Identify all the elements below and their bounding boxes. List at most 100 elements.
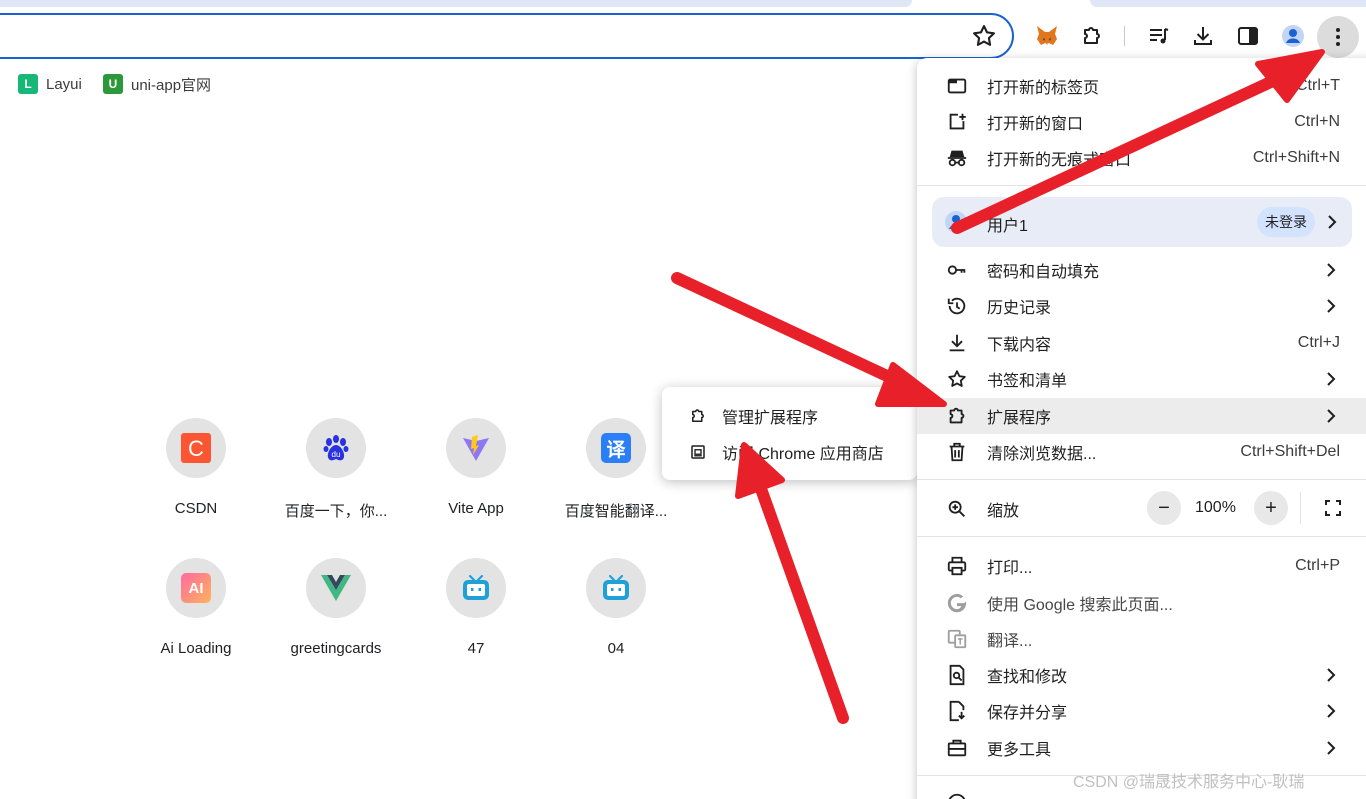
toolbar-divider: [1124, 26, 1125, 46]
shortcut-tile[interactable]: greetingcards: [276, 558, 396, 657]
menu-item-find-edit[interactable]: 查找和修改: [917, 657, 1366, 693]
extensions-submenu: 管理扩展程序 访问 Chrome 应用商店: [662, 387, 917, 480]
shortcut-tile[interactable]: Vite App: [416, 418, 536, 517]
tab-other[interactable]: [1090, 0, 1366, 7]
profile-avatar-icon: [945, 211, 967, 233]
chevron-right-icon: [1328, 215, 1337, 229]
profile-avatar-icon[interactable]: [1277, 20, 1309, 52]
zoom-level: 100%: [1195, 499, 1236, 516]
new-window-icon: [949, 113, 966, 130]
translate-icon: [947, 629, 967, 649]
bookmark-layui[interactable]: L Layui: [18, 72, 82, 96]
bilibili-icon: [586, 558, 646, 618]
red-arrow-to-manage-extensions: [735, 442, 849, 724]
reading-list-icon[interactable]: [1143, 20, 1175, 52]
menu-item-print[interactable]: 打印... Ctrl+P: [917, 548, 1366, 584]
history-icon: [947, 297, 966, 315]
find-page-icon: [949, 664, 965, 686]
menu-divider: [917, 536, 1366, 537]
bookmark-uniapp[interactable]: U uni-app官网: [103, 72, 211, 96]
svg-text:du: du: [332, 450, 341, 459]
fullscreen-icon: [1325, 500, 1341, 516]
layui-icon: L: [18, 74, 38, 94]
chrome-web-store-item[interactable]: 访问 Chrome 应用商店: [662, 434, 917, 470]
chrome-menu-button[interactable]: [1317, 16, 1359, 58]
zoom-divider: [1300, 492, 1301, 524]
tab-active[interactable]: [0, 0, 912, 7]
menu-item-google-search[interactable]: 使用 Google 搜索此页面...: [917, 585, 1366, 621]
toolbox-icon: [947, 739, 967, 757]
shortcut-label: Vite App: [448, 500, 504, 517]
address-bar[interactable]: [0, 13, 1014, 59]
menu-divider: [917, 479, 1366, 480]
tab-strip: [0, 0, 1366, 8]
signin-status-badge: 未登录: [1257, 207, 1315, 237]
vue-icon: [306, 558, 366, 618]
menu-divider: [917, 185, 1366, 186]
google-g-icon: [947, 593, 967, 613]
bookmark-star-icon[interactable]: [970, 22, 998, 50]
profile-name: 用户1: [987, 218, 1028, 235]
menu-item-bookmarks[interactable]: 书签和清单: [917, 361, 1366, 397]
chevron-right-icon: [1327, 741, 1336, 755]
shortcut-label: Ai Loading: [160, 640, 232, 657]
chevron-right-icon: [1327, 409, 1336, 423]
bookmark-label: uni-app官网: [131, 76, 212, 94]
menu-item-more-tools[interactable]: 更多工具: [917, 730, 1366, 766]
menu-item-profile[interactable]: 用户1 未登录: [932, 197, 1352, 247]
shortcut-tile[interactable]: 04: [556, 558, 676, 657]
shortcut-label: CSDN: [174, 500, 218, 517]
uniapp-icon: U: [103, 74, 123, 94]
zoom-in-button[interactable]: +: [1254, 491, 1288, 525]
menu-item-downloads[interactable]: 下载内容 Ctrl+J: [917, 325, 1366, 361]
help-icon: [948, 793, 966, 799]
fullscreen-button[interactable]: [1316, 491, 1350, 525]
more-vertical-icon: [1336, 28, 1340, 46]
star-icon: [948, 370, 966, 387]
shortcut-tile[interactable]: C CSDN: [136, 418, 256, 517]
shortcut-label: 百度一下，你...: [284, 503, 388, 520]
menu-item-new-window[interactable]: 打开新的窗口 Ctrl+N: [917, 104, 1366, 140]
metamask-fox-icon[interactable]: [1031, 20, 1063, 52]
download-icon[interactable]: [1187, 20, 1219, 52]
new-tab-icon: [947, 78, 967, 94]
incognito-icon: [947, 150, 967, 167]
menu-item-save-share[interactable]: 保存并分享: [917, 693, 1366, 729]
chevron-right-icon: [1327, 372, 1336, 386]
browser-window: L Layui U uni-app官网 C CSDN du 百度一下，你... …: [0, 0, 1366, 799]
menu-item-extensions[interactable]: 扩展程序: [917, 398, 1366, 434]
shortcut-tile[interactable]: 47: [416, 558, 536, 657]
manage-extensions-item[interactable]: 管理扩展程序: [662, 398, 917, 434]
bookmark-label: Layui: [46, 75, 82, 93]
download-icon: [949, 334, 965, 352]
translate-icon: 译: [586, 418, 646, 478]
shortcut-tile[interactable]: 译 百度智能翻译...: [556, 418, 676, 521]
bilibili-icon: [446, 558, 506, 618]
svg-text:C: C: [188, 436, 204, 461]
puzzle-icon: [949, 407, 965, 424]
shortcut-tile[interactable]: AI Ai Loading: [136, 558, 256, 657]
menu-item-passwords[interactable]: 密码和自动填充: [917, 252, 1366, 288]
menu-item-history[interactable]: 历史记录: [917, 288, 1366, 324]
shortcut-tile[interactable]: du 百度一下，你...: [276, 418, 396, 521]
extensions-puzzle-icon[interactable]: [1076, 20, 1108, 52]
menu-item-new-tab[interactable]: 打开新的标签页 Ctrl+T: [917, 68, 1366, 104]
menu-item-zoom: 缩放 − 100% +: [917, 491, 1366, 527]
shortcut-label: 47: [467, 640, 485, 657]
printer-icon: [947, 556, 967, 576]
save-share-icon: [949, 700, 965, 722]
menu-item-translate[interactable]: 翻译...: [917, 621, 1366, 657]
baidu-icon: du: [306, 418, 366, 478]
zoom-out-button[interactable]: −: [1147, 491, 1181, 525]
shortcut-label: 百度智能翻译...: [564, 503, 668, 520]
red-arrow-to-extensions: [671, 272, 947, 407]
menu-item-incognito[interactable]: 打开新的无痕式窗口 Ctrl+Shift+N: [917, 140, 1366, 176]
chrome-main-menu: 打开新的标签页 Ctrl+T 打开新的窗口 Ctrl+N 打开新的无痕式窗口 C…: [917, 58, 1366, 799]
side-panel-icon[interactable]: [1232, 20, 1264, 52]
menu-item-clear-data[interactable]: 清除浏览数据... Ctrl+Shift+Del: [917, 434, 1366, 470]
trash-icon: [949, 442, 965, 462]
ai-icon: AI: [166, 558, 226, 618]
chevron-right-icon: [1327, 704, 1336, 718]
csdn-icon: C: [166, 418, 226, 478]
key-icon: [947, 265, 966, 275]
